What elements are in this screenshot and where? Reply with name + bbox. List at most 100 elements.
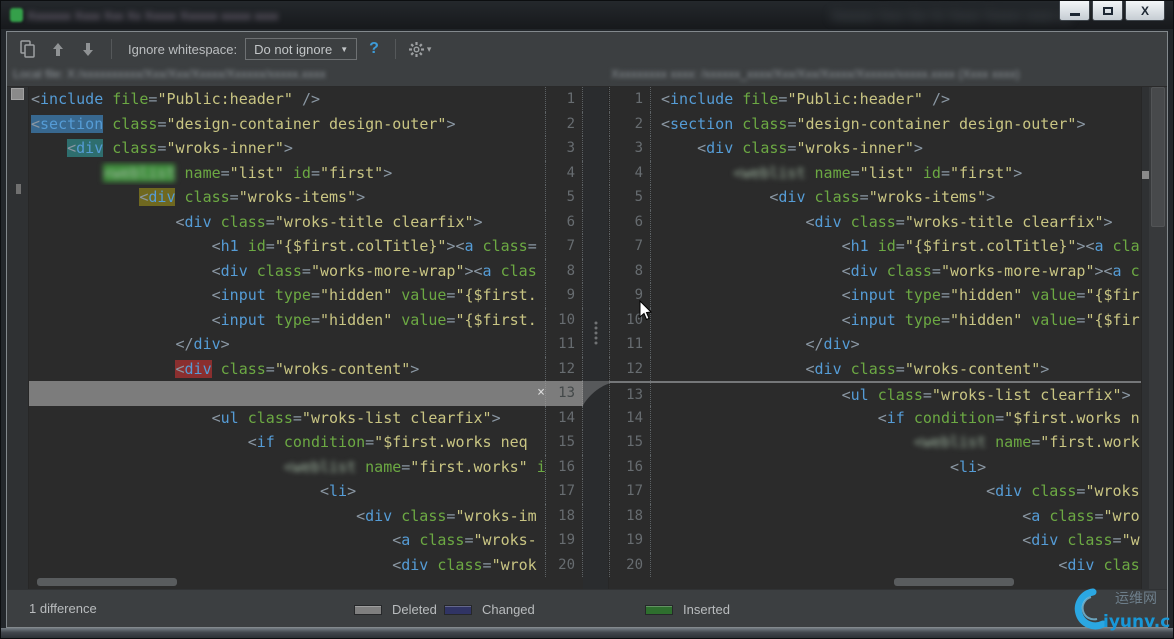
code-row[interactable]: <div class="wroks-title clearfix">6	[29, 210, 583, 235]
code-line[interactable]: <ul class="wroks-list clearfix">	[651, 383, 1141, 406]
code-line[interactable]: <weblist name="first.works	[651, 430, 1141, 455]
code-row[interactable]: <ul class="wroks-list clearfix">14	[29, 406, 583, 431]
close-button[interactable]: X	[1125, 1, 1165, 21]
maximize-button[interactable]	[1092, 1, 1123, 21]
code-row[interactable]: 20<div clas	[609, 553, 1141, 578]
code-line[interactable]: <div class="wroks	[651, 479, 1141, 504]
code-row[interactable]: 12<div class="wroks-content">	[609, 357, 1141, 382]
code-row[interactable]: <li>17	[29, 479, 583, 504]
code-line[interactable]: <div class="wroks-items">	[651, 185, 1141, 210]
code-row[interactable]: <div class="works-more-wrap"><a clas8	[29, 259, 583, 284]
code-row[interactable]: <input type="hidden" value="{$first.10	[29, 308, 583, 333]
scrollbar-thumb[interactable]	[1151, 87, 1165, 227]
code-row[interactable]: 9<input type="hidden" value="{$fir	[609, 283, 1141, 308]
code-row[interactable]: <a class="wroks-19	[29, 528, 583, 553]
code-row[interactable]: <div class="wroks-content">12	[29, 357, 583, 382]
code-line[interactable]: <if condition="$first.works neq	[29, 430, 545, 455]
code-line[interactable]: <div class="wroks-content">	[29, 357, 545, 382]
diff-stripe-marker[interactable]	[1142, 171, 1149, 179]
code-line[interactable]: <div class="wrok	[29, 553, 545, 578]
code-line[interactable]: <weblist name="first.works" id	[29, 455, 545, 480]
code-line[interactable]: </div>	[29, 332, 545, 357]
code-row[interactable]: ×13	[29, 381, 583, 406]
code-line[interactable]: <include file="Public:header" />	[651, 87, 1141, 112]
code-line[interactable]: <li>	[651, 455, 1141, 480]
code-line[interactable]: <div class="works-more-wrap"><a clas	[29, 259, 545, 284]
code-line[interactable]: </div>	[651, 332, 1141, 357]
diff-stripe-marker[interactable]	[11, 88, 24, 100]
code-line[interactable]: <section class="design-container design-…	[651, 112, 1141, 137]
code-line[interactable]: <input type="hidden" value="{$fir	[651, 308, 1141, 333]
code-row[interactable]: 18<a class="wro	[609, 504, 1141, 529]
code-line[interactable]: ×	[29, 381, 545, 406]
code-line[interactable]: <div class="wroks-content">	[651, 357, 1141, 382]
code-row[interactable]: 5<div class="wroks-items">	[609, 185, 1141, 210]
titlebar[interactable]: Xxxxxxx Xxxx Xxx Xx Xxxxx Xxxxxx xxxxx x…	[1, 1, 1173, 29]
code-line[interactable]: <div class="wroks-title clearfix">	[29, 210, 545, 235]
code-line[interactable]: <div clas	[651, 553, 1141, 578]
code-row[interactable]: <if condition="$first.works neq 15	[29, 430, 583, 455]
code-row[interactable]: 3<div class="wroks-inner">	[609, 136, 1141, 161]
code-line[interactable]: <input type="hidden" value="{$first.	[29, 283, 545, 308]
code-row[interactable]: 1<include file="Public:header" />	[609, 87, 1141, 112]
code-row[interactable]: <div class="wrok20	[29, 553, 583, 578]
code-row[interactable]: <include file="Public:header" />1	[29, 87, 583, 112]
local-file-editor[interactable]: <include file="Public:header" />1<sectio…	[29, 87, 583, 589]
code-line[interactable]: <include file="Public:header" />	[29, 87, 545, 112]
revert-change-icon[interactable]: ×	[537, 381, 545, 406]
code-row[interactable]: 14<if condition="$first.works n	[609, 406, 1141, 431]
code-line[interactable]: <div class="w	[651, 528, 1141, 553]
compare-contents-button[interactable]	[17, 38, 39, 60]
code-row[interactable]: 8<div class="works-more-wrap"><a c	[609, 259, 1141, 284]
code-line[interactable]: <input type="hidden" value="{$first.	[29, 308, 545, 333]
code-line[interactable]: <div class="wroks-inner">	[651, 136, 1141, 161]
code-line[interactable]: <div class="wroks-items">	[29, 185, 545, 210]
code-row[interactable]: 19<div class="w	[609, 528, 1141, 553]
code-line[interactable]: <div class="wroks-title clearfix">	[651, 210, 1141, 235]
scrollbar-thumb[interactable]	[37, 578, 177, 586]
code-line[interactable]: <li>	[29, 479, 545, 504]
code-row[interactable]: 15<weblist name="first.works	[609, 430, 1141, 455]
code-row[interactable]: 11</div>	[609, 332, 1141, 357]
code-row[interactable]: 4<weblist name="list" id="first">	[609, 161, 1141, 186]
code-row[interactable]: <div class="wroks-im18	[29, 504, 583, 529]
code-row[interactable]: </div>11	[29, 332, 583, 357]
ignore-whitespace-dropdown[interactable]: Do not ignore ▼	[245, 38, 357, 60]
code-row[interactable]: 17<div class="wroks	[609, 479, 1141, 504]
code-line[interactable]: <input type="hidden" value="{$fir	[651, 283, 1141, 308]
diff-splitter[interactable]	[583, 87, 609, 589]
code-row[interactable]: 2<section class="design-container design…	[609, 112, 1141, 137]
code-line[interactable]: <if condition="$first.works n	[651, 406, 1141, 431]
help-button[interactable]: ?	[369, 40, 379, 58]
code-row[interactable]: 13<ul class="wroks-list clearfix">	[609, 381, 1141, 406]
code-row[interactable]: 6<div class="wroks-title clearfix">	[609, 210, 1141, 235]
scrollbar-thumb[interactable]	[894, 578, 1014, 586]
code-line[interactable]: <weblist name="list" id="first">	[29, 161, 545, 186]
code-line[interactable]: <ul class="wroks-list clearfix">	[29, 406, 545, 431]
code-line[interactable]: <a class="wroks-	[29, 528, 545, 553]
code-row[interactable]: 10<input type="hidden" value="{$fir	[609, 308, 1141, 333]
code-line[interactable]: <div class="wroks-im	[29, 504, 545, 529]
vertical-scrollbar[interactable]	[1149, 87, 1167, 589]
deployed-file-editor[interactable]: 1<include file="Public:header" />2<secti…	[609, 87, 1141, 589]
code-line[interactable]: <section class="design-container design-…	[29, 112, 545, 137]
code-line[interactable]: <h1 id="{$first.colTitle}"><a cla	[651, 234, 1141, 259]
settings-button[interactable]: ▾	[408, 41, 432, 58]
code-row[interactable]: 7<h1 id="{$first.colTitle}"><a cla	[609, 234, 1141, 259]
minimize-button[interactable]	[1059, 1, 1090, 21]
code-line[interactable]: <weblist name="list" id="first">	[651, 161, 1141, 186]
left-horizontal-scrollbar[interactable]	[29, 578, 583, 586]
previous-difference-button[interactable]	[47, 38, 69, 60]
diff-stripe-marker[interactable]	[16, 184, 21, 194]
code-line[interactable]: <h1 id="{$first.colTitle}"><a class=	[29, 234, 545, 259]
code-row[interactable]: <div class="wroks-items">5	[29, 185, 583, 210]
code-row[interactable]: <h1 id="{$first.colTitle}"><a class=7	[29, 234, 583, 259]
code-row[interactable]: 16<li>	[609, 455, 1141, 480]
code-row[interactable]: <input type="hidden" value="{$first.9	[29, 283, 583, 308]
code-row[interactable]: <div class="wroks-inner">3	[29, 136, 583, 161]
code-row[interactable]: <section class="design-container design-…	[29, 112, 583, 137]
code-row[interactable]: <weblist name="first.works" id16	[29, 455, 583, 480]
code-line[interactable]: <a class="wro	[651, 504, 1141, 529]
code-line[interactable]: <div class="works-more-wrap"><a c	[651, 259, 1141, 284]
right-horizontal-scrollbar[interactable]	[609, 578, 1141, 586]
